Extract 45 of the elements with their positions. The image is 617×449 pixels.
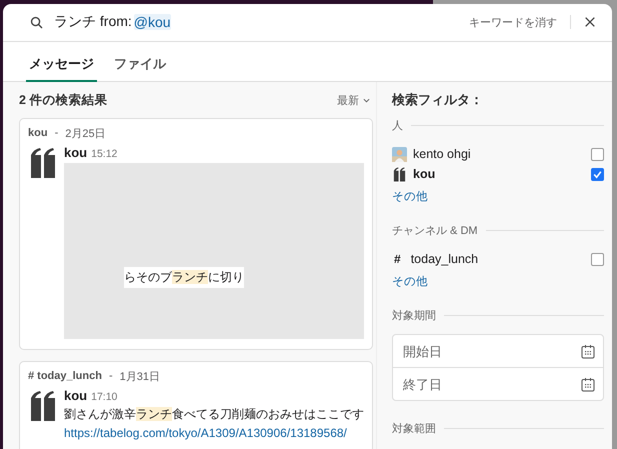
clear-keywords-button[interactable]: キーワードを消す	[469, 14, 557, 30]
section-label: 人	[392, 118, 403, 132]
message-context: kou	[28, 127, 48, 139]
section-label: チャンネル & DM	[392, 224, 478, 238]
date-field[interactable]: 開始日	[401, 342, 581, 360]
calendar-icon	[581, 344, 595, 358]
checkbox[interactable]	[591, 252, 604, 266]
calendar-icon	[581, 376, 595, 392]
hash-sign: #	[394, 252, 401, 266]
channel-name: today_lunch	[410, 252, 480, 266]
close-icon[interactable]	[584, 16, 596, 28]
sort-dropdown[interactable]: 最新	[337, 92, 370, 108]
checkbox[interactable]	[591, 148, 604, 160]
author-name[interactable]: kou	[64, 388, 88, 403]
section-label: 対象範囲	[392, 422, 436, 436]
message-time: 17:10	[91, 391, 118, 403]
message-card[interactable]: kou - 2月25日 kou 15:12 らそのブランチに切り	[19, 118, 373, 350]
books-icon	[28, 390, 58, 422]
books-icon	[28, 147, 58, 179]
section-label: 対象期間	[392, 308, 436, 322]
results-count: 2 件の検索結果	[19, 92, 108, 108]
tab[interactable]: ファイル	[111, 42, 169, 82]
search-icon	[30, 16, 43, 29]
person-name: kou	[413, 167, 436, 181]
message-date: 1月31日	[120, 370, 160, 384]
search-field[interactable]: ランチ from:@kou	[54, 13, 469, 32]
message-card[interactable]: # today_lunch - 1月31日 kou 17:10 劉さんが激辛ランチ食べてる刀削麺のおみせはここです https://tabelog.com/tokyo/A1309/A130906/13189568/	[19, 361, 373, 449]
person-name: kento ohgi	[413, 147, 472, 161]
message-text: 劉さんが激辛ランチ食べてる刀削麺のおみせはここです	[64, 406, 364, 423]
message-date: 2月25日	[65, 126, 106, 140]
attachment-preview[interactable]: らそのブランチに切り	[64, 163, 364, 339]
separator: -	[108, 370, 113, 382]
checkbox[interactable]	[591, 168, 604, 180]
preview-text: らそのブランチに切り	[124, 266, 244, 288]
books-icon	[392, 166, 407, 182]
author-name[interactable]: kou	[64, 145, 88, 160]
more-link[interactable]: その他	[392, 189, 428, 204]
date-field[interactable]: 終了日	[401, 376, 581, 392]
separator: -	[54, 127, 58, 139]
message-context: # today_lunch	[28, 370, 102, 382]
link[interactable]: https://tabelog.com/tokyo/A1309/A130906/13189568/	[64, 426, 347, 440]
more-link[interactable]: その他	[392, 274, 428, 289]
caret-icon	[363, 98, 370, 102]
message-time: 15:12	[91, 148, 118, 160]
filter-title: 検索フィルタ：	[392, 91, 484, 109]
